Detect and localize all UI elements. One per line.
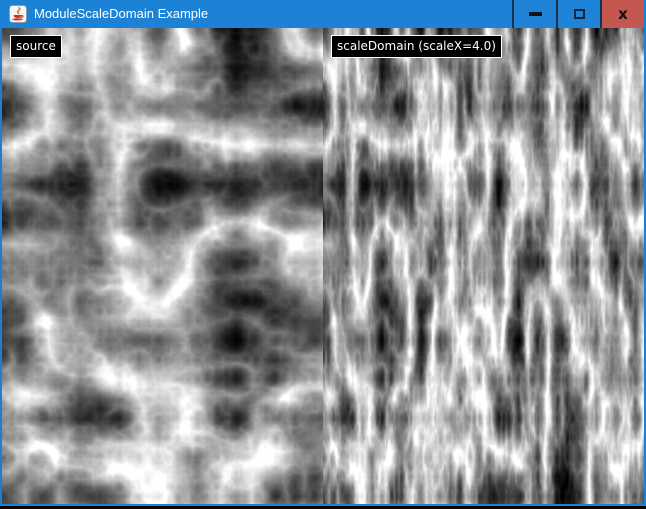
maximize-icon: [574, 9, 585, 19]
window-controls: x: [512, 0, 644, 28]
close-icon: x: [618, 7, 628, 22]
maximize-button[interactable]: [556, 0, 600, 28]
window-title: ModuleScaleDomain Example: [34, 0, 208, 28]
scale-domain-label: scaleDomain (scaleX=4.0): [331, 35, 502, 58]
content-area: source scaleDomain (scaleX=4.0): [2, 28, 644, 504]
scaled-noise-panel: scaleDomain (scaleX=4.0): [323, 28, 644, 504]
close-button[interactable]: x: [600, 0, 644, 28]
source-noise-panel: source: [2, 28, 323, 504]
title-bar[interactable]: ModuleScaleDomain Example x: [2, 0, 644, 28]
scaled-noise-image: [323, 28, 644, 504]
minimize-button[interactable]: [512, 0, 556, 28]
minimize-icon: [529, 12, 542, 16]
source-noise-image: [2, 28, 323, 504]
java-coffee-cup-icon[interactable]: [9, 5, 27, 23]
app-window: ModuleScaleDomain Example x source scale…: [0, 0, 646, 506]
source-label: source: [10, 35, 62, 58]
